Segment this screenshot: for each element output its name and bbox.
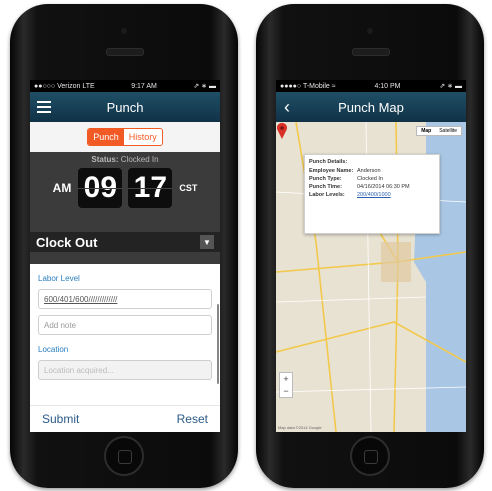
map-type-satellite[interactable]: Satellite <box>435 127 461 135</box>
punch-map-screen: ●●●●○ T-Mobile ≈ 4:10 PM ⇗ ∗ ▬ ‹ Punch M… <box>276 80 466 432</box>
status-line: Status: Clocked In <box>30 152 220 164</box>
status-value: Clocked In <box>120 155 159 164</box>
status-time: 4:10 PM <box>374 82 401 90</box>
hour-digits: 09 <box>78 168 123 208</box>
page-title: Punch Map <box>338 99 404 115</box>
punch-action-value: Clock Out <box>36 234 98 250</box>
punch-form: Labor Level 600/401/600///////////// Add… <box>30 264 220 413</box>
info-value: Anderson <box>357 168 381 174</box>
segmented-control: Punch History <box>87 128 163 146</box>
time-row: AM 09 17 CST <box>30 168 220 208</box>
location-field: Location acquired... <box>38 360 212 380</box>
info-key: Punch Type: <box>309 176 342 182</box>
info-row: Labor Levels: 200/400/1000 <box>309 192 435 198</box>
punch-action-select[interactable]: Clock Out ▼ <box>30 232 220 252</box>
info-row: Punch Type: Clocked In <box>309 176 435 182</box>
front-camera <box>367 28 373 34</box>
chevron-left-icon[interactable]: ‹ <box>284 98 290 116</box>
front-camera <box>121 28 127 34</box>
info-heading: Punch Details: <box>309 159 348 165</box>
reset-button[interactable]: Reset <box>177 412 208 426</box>
info-key: Punch Time: <box>309 184 342 190</box>
carrier-text: ●●●●○ T-Mobile ≈ <box>280 82 336 90</box>
zoom-out-button[interactable]: − <box>283 385 288 397</box>
ampm-label: AM <box>52 181 72 195</box>
scrollbar[interactable] <box>217 304 219 384</box>
status-bar: ●●○○○ Verizon LTE 9:17 AM ⇗ ∗ ▬ <box>30 80 220 92</box>
info-row: Punch Time: 04/16/2014 06:30 PM <box>309 184 435 190</box>
map-type-map[interactable]: Map <box>417 127 435 135</box>
minute-digits: 17 <box>128 168 173 208</box>
map-pin-icon[interactable] <box>276 122 288 140</box>
status-label: Status: <box>91 155 119 164</box>
timezone-label: CST <box>179 183 198 193</box>
status-time: 9:17 AM <box>131 82 157 90</box>
map-type-toggle: Map Satellite <box>416 126 462 136</box>
map-attribution: Map data ©2014 Google <box>278 425 322 430</box>
zoom-in-button[interactable]: + <box>283 373 288 385</box>
status-bar: ●●●●○ T-Mobile ≈ 4:10 PM ⇗ ∗ ▬ <box>276 80 466 92</box>
info-key: Employee Name: <box>309 168 354 174</box>
nav-bar: Punch <box>30 92 220 122</box>
info-value: 04/16/2014 06:30 PM <box>357 184 410 190</box>
earpiece-speaker <box>352 48 390 56</box>
nav-bar: ‹ Punch Map <box>276 92 466 122</box>
location-label: Location <box>38 345 69 354</box>
phone-right: ●●●●○ T-Mobile ≈ 4:10 PM ⇗ ∗ ▬ ‹ Punch M… <box>256 4 484 488</box>
earpiece-speaker <box>106 48 144 56</box>
home-button[interactable] <box>350 436 390 476</box>
note-input[interactable]: Add note <box>38 315 212 335</box>
info-value: 200/400/1000 <box>357 192 391 198</box>
info-key: Labor Levels: <box>309 192 345 198</box>
zoom-controls: + − <box>279 372 293 398</box>
bottom-bar: Submit Reset <box>30 405 220 432</box>
punch-info-window: Punch Details: Employee Name: Anderson P… <box>304 154 440 234</box>
labor-level-field[interactable]: 600/401/600///////////// <box>38 289 212 309</box>
phone-left: ●●○○○ Verizon LTE 9:17 AM ⇗ ∗ ▬ Punch Pu… <box>10 4 238 488</box>
map-view[interactable]: Map Satellite Punch Details: Employee Na… <box>276 122 466 432</box>
info-row: Employee Name: Anderson <box>309 168 435 174</box>
submit-button[interactable]: Submit <box>42 412 79 426</box>
tab-punch[interactable]: Punch <box>88 129 124 145</box>
punch-screen: ●●○○○ Verizon LTE 9:17 AM ⇗ ∗ ▬ Punch Pu… <box>30 80 220 432</box>
clock-panel: Status: Clocked In AM 09 17 CST Clock Ou… <box>30 152 220 264</box>
status-icons: ⇗ ∗ ▬ <box>439 83 462 90</box>
tabs-area: Punch History <box>30 122 220 152</box>
page-title: Punch <box>106 99 144 115</box>
hamburger-icon[interactable] <box>37 101 51 113</box>
chevron-down-icon[interactable]: ▼ <box>200 235 214 249</box>
carrier-text: ●●○○○ Verizon LTE <box>34 82 95 90</box>
status-icons: ⇗ ∗ ▬ <box>193 83 216 90</box>
info-value: Clocked In <box>357 176 383 182</box>
labor-level-label: Labor Level <box>38 274 80 283</box>
home-button[interactable] <box>104 436 144 476</box>
tab-history[interactable]: History <box>123 129 162 145</box>
